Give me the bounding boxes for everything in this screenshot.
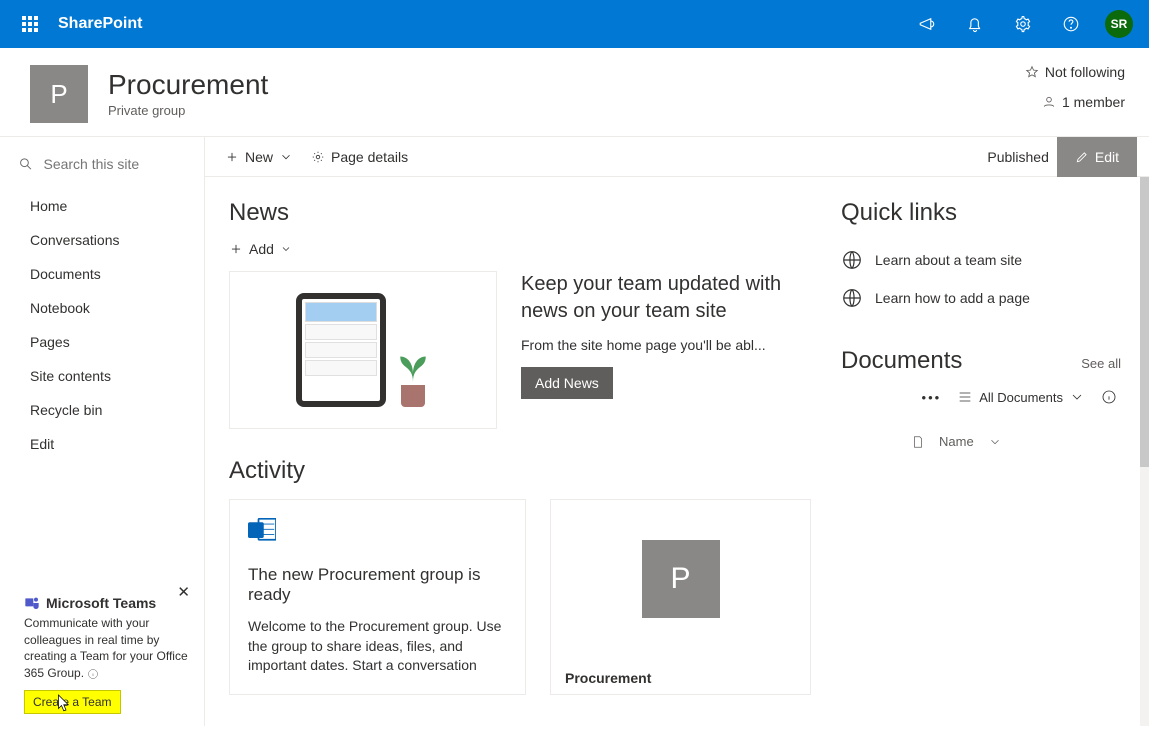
site-title: Procurement: [108, 70, 268, 101]
person-icon: [1042, 95, 1056, 109]
add-news-button[interactable]: Add News: [521, 367, 613, 399]
info-icon[interactable]: [1101, 389, 1117, 405]
nav-recycle-bin[interactable]: Recycle bin: [0, 393, 204, 427]
teams-icon: [24, 595, 40, 611]
close-icon[interactable]: ✕: [177, 583, 190, 601]
app-launcher-icon[interactable]: [6, 0, 54, 48]
nav-pages[interactable]: Pages: [0, 325, 204, 359]
teams-card-title: Microsoft Teams: [24, 595, 190, 611]
activity-card-2[interactable]: P Procurement: [550, 499, 811, 695]
news-illustration: [229, 271, 497, 429]
view-selector[interactable]: All Documents: [957, 389, 1085, 405]
activity-heading: Activity: [229, 457, 811, 485]
more-icon[interactable]: •••: [922, 390, 942, 405]
activity-card-1-body: Welcome to the Procurement group. Use th…: [248, 617, 507, 676]
file-icon: [911, 435, 925, 449]
activity-card-2-label: Procurement: [551, 658, 661, 694]
outlook-icon: [248, 518, 276, 544]
megaphone-icon[interactable]: [903, 0, 951, 48]
list-icon: [957, 389, 973, 405]
brand-label[interactable]: SharePoint: [58, 15, 142, 33]
news-add-button[interactable]: Add: [229, 241, 811, 257]
publish-status: Published: [987, 149, 1049, 165]
nav-site-contents[interactable]: Site contents: [0, 359, 204, 393]
news-heading: News: [229, 199, 811, 227]
chevron-down-icon: [280, 243, 292, 255]
new-button[interactable]: New: [225, 149, 293, 165]
chevron-down-icon: [279, 150, 293, 164]
documents-see-all[interactable]: See all: [1081, 356, 1121, 371]
help-icon[interactable]: [1047, 0, 1095, 48]
chevron-down-icon: [1069, 389, 1085, 405]
site-header: P Procurement Private group Not followin…: [0, 48, 1149, 136]
quicklink-add-page[interactable]: Learn how to add a page: [841, 279, 1121, 317]
teams-promo-card: ✕ Microsoft Teams Communicate with your …: [0, 585, 204, 726]
activity-card-1-title: The new Procurement group is ready: [248, 565, 507, 605]
page-details-button[interactable]: Page details: [311, 149, 408, 165]
quicklinks-heading: Quick links: [841, 199, 1121, 227]
search-input[interactable]: [41, 155, 190, 173]
news-headline: Keep your team updated with news on your…: [521, 271, 811, 325]
search-box[interactable]: [0, 149, 204, 185]
follow-label: Not following: [1045, 64, 1125, 80]
command-bar: New Page details Published Edit: [205, 137, 1149, 177]
search-icon: [18, 155, 33, 173]
documents-heading: Documents: [841, 347, 962, 375]
chevron-down-icon: [988, 435, 1002, 449]
nav-edit[interactable]: Edit: [0, 427, 204, 461]
user-avatar[interactable]: SR: [1105, 10, 1133, 38]
nav-home[interactable]: Home: [0, 189, 204, 223]
info-icon[interactable]: [87, 668, 99, 680]
scrollbar-track[interactable]: [1140, 177, 1149, 726]
plus-icon: [225, 150, 239, 164]
nav-documents[interactable]: Documents: [0, 257, 204, 291]
plus-icon: [229, 242, 243, 256]
documents-column-header[interactable]: Name: [841, 419, 1121, 463]
site-logo[interactable]: P: [30, 65, 88, 123]
globe-icon: [841, 287, 863, 309]
news-subtext: From the site home page you'll be abl...: [521, 337, 811, 353]
globe-icon: [841, 249, 863, 271]
activity-card-2-tile: P: [642, 540, 720, 618]
activity-card-1[interactable]: The new Procurement group is ready Welco…: [229, 499, 526, 695]
scrollbar-thumb[interactable]: [1140, 177, 1149, 467]
follow-toggle[interactable]: Not following: [1025, 64, 1125, 80]
gear-sm-icon: [311, 150, 325, 164]
members-link[interactable]: 1 member: [1025, 94, 1125, 110]
left-nav: Home Conversations Documents Notebook Pa…: [0, 137, 205, 726]
teams-card-desc: Communicate with your colleagues in real…: [24, 615, 190, 682]
nav-notebook[interactable]: Notebook: [0, 291, 204, 325]
site-subtitle: Private group: [108, 103, 268, 118]
star-icon: [1025, 65, 1039, 79]
gear-icon[interactable]: [999, 0, 1047, 48]
pencil-icon: [1075, 150, 1089, 164]
nav-conversations[interactable]: Conversations: [0, 223, 204, 257]
suite-bar: SharePoint SR: [0, 0, 1149, 48]
member-count: 1 member: [1062, 94, 1125, 110]
create-team-button[interactable]: Create a Team: [24, 690, 121, 714]
quicklink-learn-team-site[interactable]: Learn about a team site: [841, 241, 1121, 279]
edit-button[interactable]: Edit: [1057, 137, 1137, 177]
bell-icon[interactable]: [951, 0, 999, 48]
